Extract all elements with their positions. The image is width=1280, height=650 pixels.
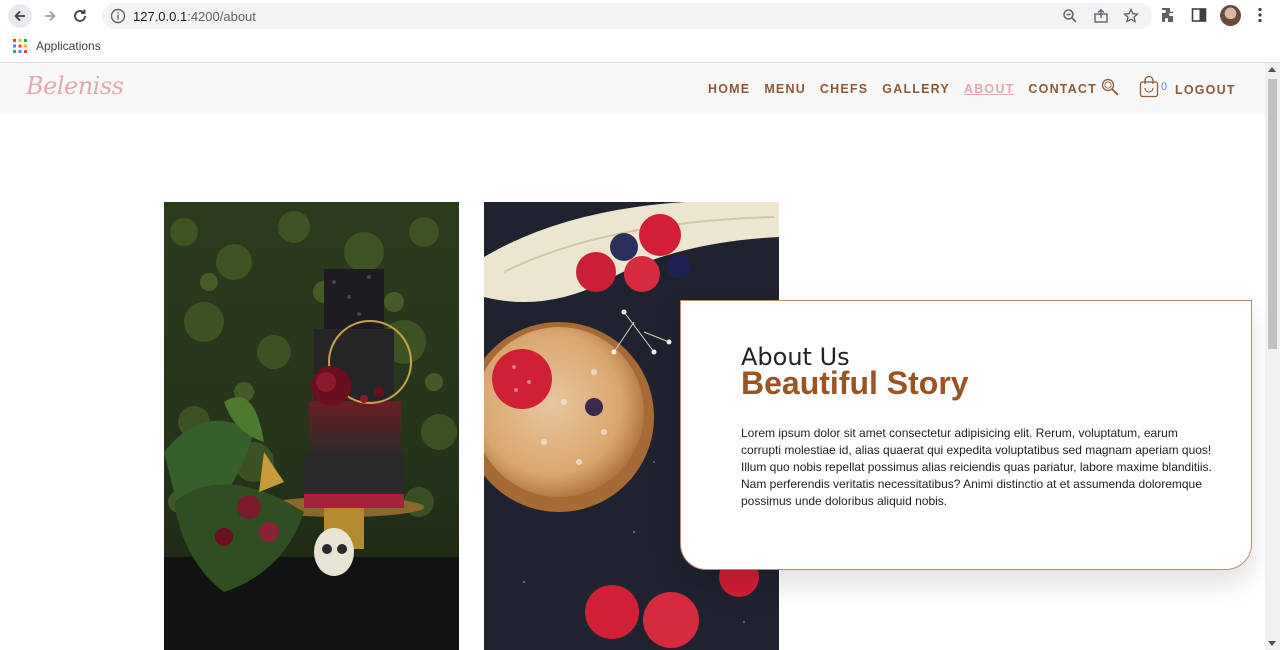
side-panel-icon[interactable]: [1190, 6, 1208, 24]
bookmarks-bar: Applications: [0, 32, 1280, 63]
nav-item-chefs[interactable]: CHEFS: [820, 82, 868, 96]
cart-count-badge: 0: [1161, 81, 1168, 93]
site-logo[interactable]: Beleniss: [26, 72, 124, 100]
zoom-icon[interactable]: [1062, 8, 1078, 24]
shopping-bag-icon[interactable]: [1139, 76, 1159, 98]
page-scrollbar[interactable]: [1265, 63, 1280, 650]
scroll-up-arrow-icon[interactable]: [1268, 67, 1276, 72]
arrow-right-icon: [45, 10, 56, 22]
bookmark-applications[interactable]: Applications: [36, 39, 101, 53]
address-bar[interactable]: 127.0.0.1:4200/about: [102, 3, 1152, 29]
search-icon[interactable]: [1100, 77, 1120, 97]
reload-icon: [74, 9, 86, 22]
about-card: About Us Beautiful Story Lorem ipsum dol…: [680, 300, 1252, 570]
info-icon[interactable]: [110, 8, 126, 24]
logout-link[interactable]: LOGOUT: [1175, 83, 1236, 97]
share-icon[interactable]: [1093, 8, 1109, 24]
back-button[interactable]: [8, 4, 32, 28]
url-host: 127.0.0.1: [133, 9, 188, 24]
more-menu-icon[interactable]: [1251, 6, 1269, 24]
scroll-down-arrow-icon[interactable]: [1268, 641, 1276, 646]
extensions-icon[interactable]: [1160, 6, 1178, 24]
nav-item-contact[interactable]: CONTACT: [1028, 82, 1097, 96]
main-nav: HOME MENU CHEFS GALLERY ABOUT CONTACT: [708, 82, 1111, 96]
url-path: :4200/about: [187, 9, 256, 24]
scrollbar-thumb[interactable]: [1268, 79, 1277, 349]
nav-item-about[interactable]: ABOUT: [964, 82, 1014, 96]
nav-item-menu[interactable]: MENU: [764, 82, 806, 96]
site-header: Beleniss HOME MENU CHEFS GALLERY ABOUT C…: [0, 63, 1265, 115]
browser-toolbar: 127.0.0.1:4200/about: [0, 0, 1280, 32]
nav-item-home[interactable]: HOME: [708, 82, 750, 96]
url-text: 127.0.0.1:4200/about: [133, 9, 256, 24]
apps-grid-icon[interactable]: [13, 39, 27, 53]
profile-avatar[interactable]: [1220, 5, 1241, 26]
page-viewport: Beleniss HOME MENU CHEFS GALLERY ABOUT C…: [0, 63, 1280, 650]
forward-button[interactable]: [38, 4, 62, 28]
about-title: Beautiful Story: [741, 365, 969, 401]
nav-item-gallery[interactable]: GALLERY: [882, 82, 950, 96]
star-icon[interactable]: [1123, 8, 1139, 24]
arrow-left-icon: [14, 10, 25, 22]
cake-photo: [164, 202, 459, 650]
reload-button[interactable]: [68, 4, 92, 28]
about-body: Lorem ipsum dolor sit amet consectetur a…: [741, 426, 1212, 508]
